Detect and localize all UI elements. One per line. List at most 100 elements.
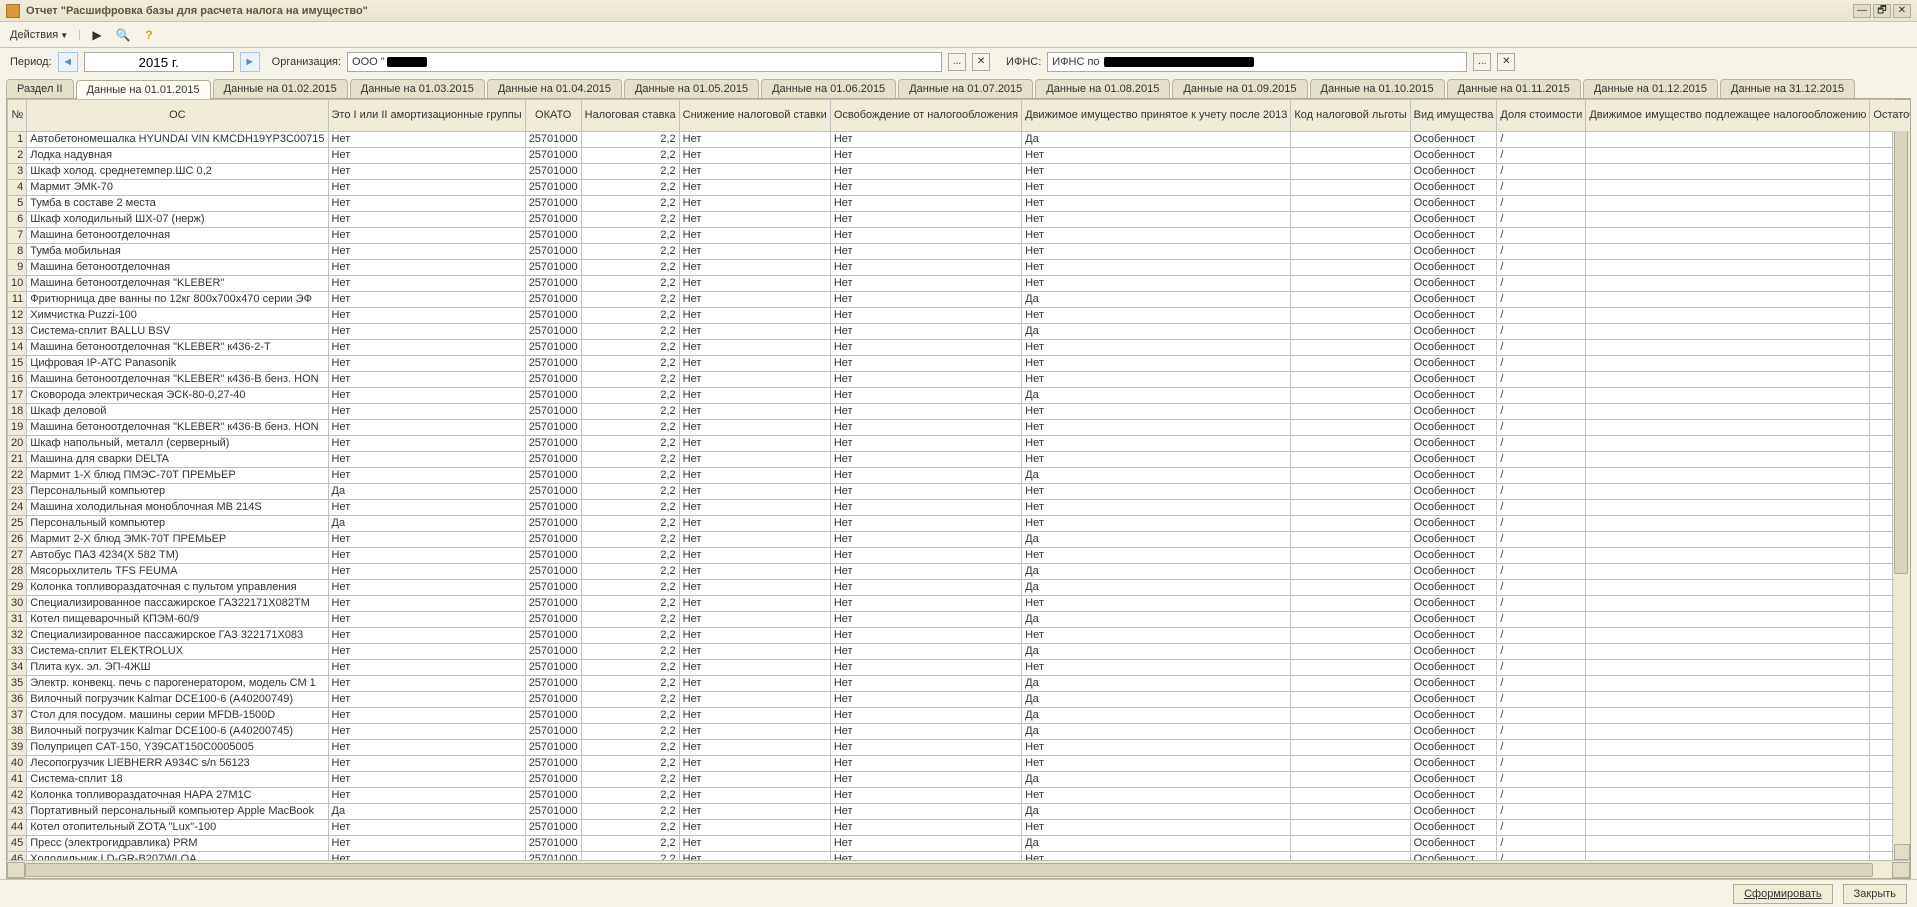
tab-2[interactable]: Данные на 01.02.2015: [213, 79, 348, 98]
table-row[interactable]: 32Специализированное пассажирское ГАЗ 32…: [8, 628, 1911, 644]
org-clear-button[interactable]: ✕: [972, 53, 990, 71]
minimize-button[interactable]: —: [1853, 4, 1871, 18]
table-row[interactable]: 39Полуприцеп CAT-150, Y39CAT150C0005005Н…: [8, 740, 1911, 756]
maximize-button[interactable]: 🗗: [1873, 4, 1891, 18]
hscroll-thumb[interactable]: [25, 863, 1873, 877]
table-row[interactable]: 10Машина бетоноотделочная "KLEBER"Нет257…: [8, 276, 1911, 292]
tab-0[interactable]: Раздел II: [6, 79, 74, 98]
table-row[interactable]: 8Тумба мобильнаяНет257010002,2НетНетНетО…: [8, 244, 1911, 260]
ifns-select-button[interactable]: ...: [1473, 53, 1491, 71]
period-input[interactable]: [84, 52, 234, 72]
horizontal-scrollbar[interactable]: [7, 860, 1910, 878]
table-row[interactable]: 19Машина бетоноотделочная "KLEBER" к436-…: [8, 420, 1911, 436]
table-row[interactable]: 45Пресс (электрогидравлика) PRMНет257010…: [8, 836, 1911, 852]
col-dolya[interactable]: Доля стоимости: [1497, 100, 1586, 132]
help-icon[interactable]: ?: [139, 25, 159, 45]
period-next-button[interactable]: ►: [240, 52, 260, 72]
form-button[interactable]: Сформировать: [1733, 884, 1833, 904]
table-row[interactable]: 33Система-сплит ELEKTROLUXНет257010002,2…: [8, 644, 1911, 660]
table-row[interactable]: 34Плита кух. эл. ЭП-4ЖШНет257010002,2Нет…: [8, 660, 1911, 676]
table-row[interactable]: 44Котел отопительный ZOTA "Lux"-100Нет25…: [8, 820, 1911, 836]
period-prev-button[interactable]: ◄: [58, 52, 78, 72]
scroll-thumb[interactable]: [1894, 117, 1908, 574]
org-select-button[interactable]: ...: [948, 53, 966, 71]
col-num[interactable]: №: [8, 100, 27, 132]
tab-1[interactable]: Данные на 01.01.2015: [76, 80, 211, 99]
table-row[interactable]: 23Персональный компьютерДа257010002,2Нет…: [8, 484, 1911, 500]
col-kod[interactable]: Код налоговой льготы: [1291, 100, 1410, 132]
col-os[interactable]: ОС: [27, 100, 328, 132]
col-ost[interactable]: Остаточная стоимость: [1870, 100, 1910, 132]
tab-11[interactable]: Данные на 01.11.2015: [1447, 79, 1581, 98]
table-row[interactable]: 3Шкаф холод. среднетемпер.ШС 0,2Нет25701…: [8, 164, 1911, 180]
table-row[interactable]: 40Лесопогрузчик LIEBHERR A934C s/n 56123…: [8, 756, 1911, 772]
table-row[interactable]: 14Машина бетоноотделочная "KLEBER" к436-…: [8, 340, 1911, 356]
tab-content: № ОС Это I или II амортизационные группы…: [6, 98, 1911, 879]
table-row[interactable]: 11Фритюрница две ванны по 12кг 800х700х4…: [8, 292, 1911, 308]
table-row[interactable]: 4Мармит ЭМК-70Нет257010002,2НетНетНетОсо…: [8, 180, 1911, 196]
table-row[interactable]: 15Цифровая IP-АТС PanasonikНет257010002,…: [8, 356, 1911, 372]
col-sniz[interactable]: Снижение налоговой ставки: [679, 100, 830, 132]
window-title: Отчет "Расшифровка базы для расчета нало…: [26, 5, 1853, 17]
table-row[interactable]: 35Электр. конвекц. печь с парогенераторо…: [8, 676, 1911, 692]
table-row[interactable]: 27Автобус ПАЗ 4234(Х 582 ТМ)Нет257010002…: [8, 548, 1911, 564]
table-row[interactable]: 21Машина для сварки DELTAНет257010002,2Н…: [8, 452, 1911, 468]
table-row[interactable]: 31Котел пищеварочный КПЭМ-60/9Нет2570100…: [8, 612, 1911, 628]
col-okato[interactable]: ОКАТО: [525, 100, 581, 132]
actions-menu[interactable]: Действия▼: [6, 27, 72, 43]
table-row[interactable]: 12Химчистка Puzzi-100Нет257010002,2НетНе…: [8, 308, 1911, 324]
table-row[interactable]: 24Машина холодильная моноблочная МВ 214S…: [8, 500, 1911, 516]
tab-4[interactable]: Данные на 01.04.2015: [487, 79, 622, 98]
table-row[interactable]: 16Машина бетоноотделочная "KLEBER" к436-…: [8, 372, 1911, 388]
table-row[interactable]: 2Лодка надувнаяНет257010002,2НетНетНетОс…: [8, 148, 1911, 164]
table-row[interactable]: 5Тумба в составе 2 местаНет257010002,2Не…: [8, 196, 1911, 212]
scroll-right-button[interactable]: [1892, 862, 1910, 878]
tab-3[interactable]: Данные на 01.03.2015: [350, 79, 485, 98]
scroll-down-button[interactable]: [1894, 844, 1910, 860]
play-icon[interactable]: ▶: [87, 25, 107, 45]
table-row[interactable]: 42Колонка топливораздаточная НАРА 27М1СН…: [8, 788, 1911, 804]
col-stavka[interactable]: Налоговая ставка: [581, 100, 679, 132]
table-row[interactable]: 25Персональный компьютерДа257010002,2Нет…: [8, 516, 1911, 532]
ifns-clear-button[interactable]: ✕: [1497, 53, 1515, 71]
table-row[interactable]: 1Автобетономешалка HYUNDAI VIN KMCDH19YP…: [8, 132, 1911, 148]
close-button[interactable]: ✕: [1893, 4, 1911, 18]
table-row[interactable]: 29Колонка топливораздаточная с пультом у…: [8, 580, 1911, 596]
col-vid[interactable]: Вид имущества: [1410, 100, 1497, 132]
table-row[interactable]: 18Шкаф деловойНет257010002,2НетНетНетОсо…: [8, 404, 1911, 420]
col-dvizh[interactable]: Движимое имущество принятое к учету посл…: [1022, 100, 1291, 132]
table-row[interactable]: 17Сковорода электрическая ЭСК-80-0,27-40…: [8, 388, 1911, 404]
close-report-button[interactable]: Закрыть: [1843, 884, 1907, 904]
tab-12[interactable]: Данные на 01.12.2015: [1583, 79, 1718, 98]
table-row[interactable]: 38Вилочный погрузчик Kalmar DCE100-6 (А4…: [8, 724, 1911, 740]
col-osvob[interactable]: Освобождение от налогообложения: [830, 100, 1021, 132]
tab-7[interactable]: Данные на 01.07.2015: [898, 79, 1033, 98]
table-row[interactable]: 26Мармит 2-Х блюд ЭМК-70Т ПРЕМЬЕРНет2570…: [8, 532, 1911, 548]
table-row[interactable]: 30Специализированное пассажирское ГАЗ221…: [8, 596, 1911, 612]
tab-9[interactable]: Данные на 01.09.2015: [1172, 79, 1307, 98]
tab-8[interactable]: Данные на 01.08.2015: [1035, 79, 1170, 98]
lens-icon[interactable]: 🔍: [113, 25, 133, 45]
vertical-scrollbar[interactable]: [1892, 99, 1910, 860]
table-row[interactable]: 20Шкаф напольный, металл (серверный)Нет2…: [8, 436, 1911, 452]
table-row[interactable]: 43Портативный персональный компьютер App…: [8, 804, 1911, 820]
table-row[interactable]: 22Мармит 1-Х блюд ПМЭС-70Т ПРЕМЬЕРНет257…: [8, 468, 1911, 484]
table-row[interactable]: 36Вилочный погрузчик Kalmar DCE100-6 (А4…: [8, 692, 1911, 708]
tab-5[interactable]: Данные на 01.05.2015: [624, 79, 759, 98]
table-row[interactable]: 28Мясорыхлитель TFS FEUMAНет257010002,2Н…: [8, 564, 1911, 580]
tab-13[interactable]: Данные на 31.12.2015: [1720, 79, 1855, 98]
table-row[interactable]: 37Стол для посудом. машины серии MFDB-15…: [8, 708, 1911, 724]
org-input[interactable]: ООО ": [347, 52, 942, 72]
table-row[interactable]: 13Система-сплит BALLU BSVНет257010002,2Н…: [8, 324, 1911, 340]
tab-10[interactable]: Данные на 01.10.2015: [1310, 79, 1445, 98]
tab-6[interactable]: Данные на 01.06.2015: [761, 79, 896, 98]
table-row[interactable]: 41Система-сплит 18Нет257010002,2НетНетДа…: [8, 772, 1911, 788]
table-row[interactable]: 6Шкаф холодильный ШХ-07 (нерж)Нет2570100…: [8, 212, 1911, 228]
table-row[interactable]: 9Машина бетоноотделочнаяНет257010002,2Не…: [8, 260, 1911, 276]
col-podl[interactable]: Движимое имущество подлежащее налогообло…: [1586, 100, 1870, 132]
col-grp[interactable]: Это I или II амортизационные группы: [328, 100, 525, 132]
scroll-left-button[interactable]: [7, 862, 25, 878]
table-row[interactable]: 46Холодильник LD-GR-B207WLQAНет257010002…: [8, 852, 1911, 861]
ifns-input[interactable]: ИФНС по: [1047, 52, 1467, 72]
table-row[interactable]: 7Машина бетоноотделочнаяНет257010002,2Не…: [8, 228, 1911, 244]
